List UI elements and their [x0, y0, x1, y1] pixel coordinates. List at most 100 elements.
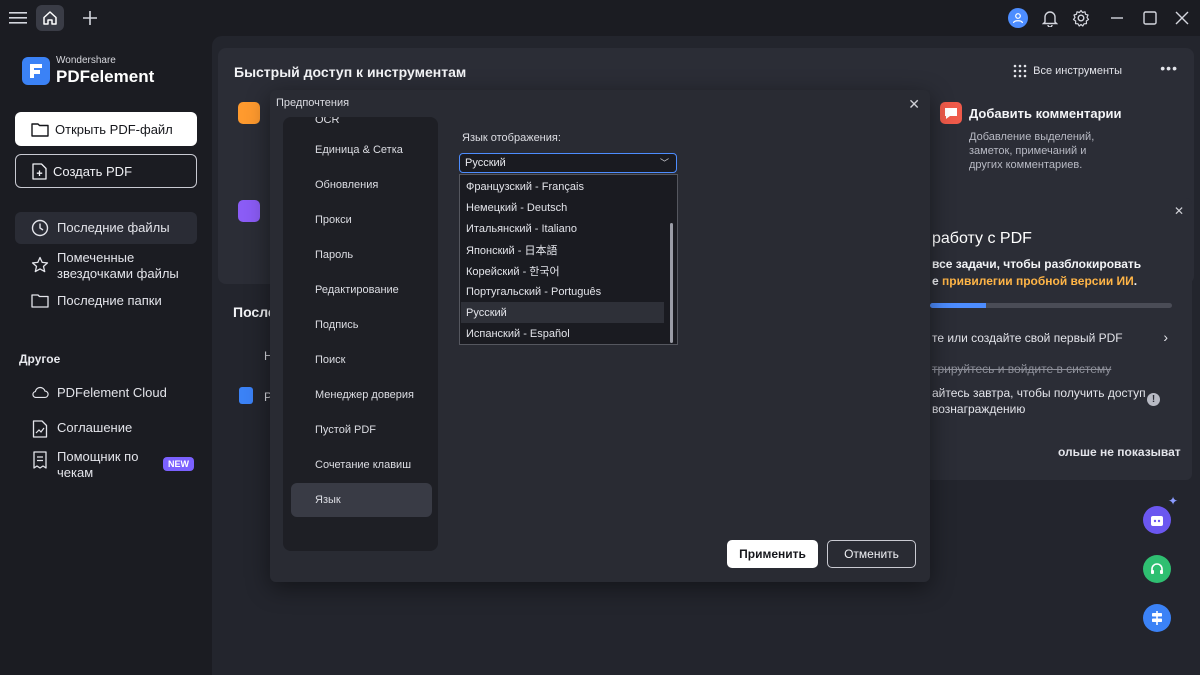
promo-text-suffix: . — [1133, 274, 1138, 288]
more-options-icon[interactable]: ••• — [1160, 60, 1178, 76]
pref-nav-signature[interactable]: Подпись — [291, 308, 432, 342]
apply-button[interactable]: Применить — [727, 540, 818, 568]
recent-folders-label: Последние папки — [57, 293, 162, 308]
info-icon[interactable]: ! — [1147, 393, 1160, 406]
cancel-button[interactable]: Отменить — [827, 540, 916, 568]
minimize-icon[interactable] — [1107, 8, 1127, 28]
receipts-label-2: чекам — [57, 465, 94, 480]
language-option-hovered[interactable]: Русский — [461, 302, 664, 323]
all-tools-button[interactable]: Все инструменты — [1013, 64, 1122, 78]
language-option[interactable]: Португальский - Português — [461, 281, 664, 302]
language-option[interactable]: Французский - Français — [461, 176, 664, 197]
language-option[interactable]: Японский - 日本語 — [461, 239, 664, 260]
sidebar-item-cloud[interactable]: PDFelement Cloud — [15, 385, 197, 401]
dialog-title: Предпочтения — [276, 97, 350, 109]
support-button[interactable] — [1143, 555, 1171, 583]
dropdown-scrollbar[interactable] — [670, 223, 673, 343]
language-option[interactable]: Корейский - 한국어 — [461, 260, 664, 281]
add-comments-title[interactable]: Добавить комментарии — [969, 106, 1122, 121]
title-bar — [0, 0, 1200, 36]
open-pdf-button[interactable]: Открыть PDF-файл — [15, 112, 197, 146]
chevron-down-icon: ﹀ — [659, 158, 669, 168]
settings-gear-icon[interactable] — [1071, 8, 1091, 28]
new-file-icon — [32, 162, 47, 180]
preferences-nav[interactable]: OCR Единица & Сетка Обновления Прокси Па… — [283, 117, 438, 551]
headset-icon — [1151, 563, 1163, 574]
ai-translate-tool-icon[interactable] — [238, 200, 260, 222]
language-option[interactable]: Испанский - Español — [461, 323, 664, 344]
robot-icon — [1151, 516, 1163, 526]
promo-text-main: все задачи, чтобы разблокировать — [932, 257, 1142, 271]
open-pdf-label: Открыть PDF-файл — [55, 121, 173, 137]
promo-title: работу с PDF — [932, 230, 1032, 247]
brand-logo: Wondershare PDFelement — [22, 56, 154, 85]
brand-sub: Wondershare — [56, 55, 116, 66]
signpost-icon — [1152, 611, 1162, 625]
language-option[interactable]: Итальянский - Italiano — [461, 218, 664, 239]
pdf-file-icon — [239, 387, 253, 404]
close-window-icon[interactable] — [1172, 8, 1192, 28]
promo-task-3-line-2: вознаграждению — [932, 402, 1026, 416]
quick-access-title: Быстрый доступ к инструментам — [234, 64, 467, 80]
promo-panel: ✕ работу с PDF все задачи, чтобы разблок… — [926, 198, 1192, 480]
pdfelement-logo-icon — [22, 56, 50, 85]
agreement-label: Соглашение — [57, 420, 133, 435]
home-tab[interactable] — [36, 5, 64, 31]
receipts-label-1: Помощник по — [57, 449, 139, 464]
edit-tool-icon[interactable] — [238, 102, 260, 124]
home-icon — [43, 11, 57, 25]
starred-label-2: звездочками файлы — [57, 266, 179, 281]
guide-button[interactable] — [1143, 604, 1171, 632]
sidebar-item-recent-folders[interactable]: Последние папки — [15, 293, 197, 309]
user-avatar-icon[interactable] — [1008, 8, 1028, 28]
pref-nav-blank-pdf[interactable]: Пустой PDF — [291, 413, 432, 447]
promo-task-2: трируйтесь и войдите в систему — [932, 362, 1112, 376]
language-select[interactable]: Русский ﹀ — [459, 153, 677, 173]
promo-text-prefix: е — [932, 274, 943, 288]
pref-nav-language[interactable]: Язык — [291, 483, 432, 517]
cloud-label: PDFelement Cloud — [57, 385, 167, 400]
folder-icon — [31, 122, 49, 137]
comment-tool-icon[interactable] — [940, 102, 962, 124]
promo-task-3[interactable]: айтесь завтра, чтобы получить доступ воз… — [932, 385, 1182, 417]
promo-task-3-line-1: айтесь завтра, чтобы получить доступ — [932, 386, 1146, 400]
promo-task-1[interactable]: те или создайте свой первый PDF › — [932, 329, 1182, 346]
star-icon — [31, 250, 49, 274]
menu-icon[interactable] — [8, 8, 28, 28]
clock-icon — [31, 219, 49, 237]
promo-text-highlight: привилегии пробной версии ИИ — [942, 274, 1134, 288]
dont-show-link[interactable]: ольше не показыват — [1058, 444, 1181, 460]
folder-icon — [31, 293, 49, 308]
pref-nav-proxy[interactable]: Прокси — [291, 203, 432, 237]
new-badge: NEW — [163, 457, 194, 471]
other-section-label: Другое — [19, 352, 61, 366]
pref-nav-editing[interactable]: Редактирование — [291, 273, 432, 307]
promo-close-icon[interactable]: ✕ — [1174, 204, 1184, 218]
add-comments-desc: Добавление выделений, заметок, примечани… — [969, 131, 1095, 171]
pref-nav-trust-manager[interactable]: Менеджер доверия — [291, 378, 432, 412]
language-dropdown-list[interactable]: Французский - Français Немецкий - Deutsc… — [459, 174, 678, 345]
pref-nav-search[interactable]: Поиск — [291, 343, 432, 377]
bell-icon[interactable] — [1040, 8, 1060, 28]
sidebar-item-starred[interactable]: Помеченные звездочками файлы — [15, 250, 197, 282]
maximize-icon[interactable] — [1140, 8, 1160, 28]
pref-nav-updates[interactable]: Обновления — [291, 168, 432, 202]
starred-label-1: Помеченные — [57, 250, 135, 265]
language-label: Язык отображения: — [462, 132, 561, 144]
sidebar-item-recent-files[interactable]: Последние файлы — [15, 212, 197, 244]
promo-progress-fill — [930, 303, 986, 308]
ai-assistant-button[interactable] — [1143, 506, 1171, 534]
pref-nav-units-grid[interactable]: Единица & Сетка — [291, 133, 432, 167]
language-option[interactable]: Немецкий - Deutsch — [461, 197, 664, 218]
create-pdf-label: Создать PDF — [53, 163, 133, 179]
new-tab-icon[interactable] — [80, 8, 100, 28]
create-pdf-button[interactable]: Создать PDF — [15, 154, 197, 188]
pref-nav-password[interactable]: Пароль — [291, 238, 432, 272]
promo-progress-bar — [930, 303, 1172, 308]
receipt-icon — [31, 449, 49, 469]
pref-nav-shortcuts[interactable]: Сочетание клавиш — [291, 448, 432, 482]
all-tools-label: Все инструменты — [1033, 65, 1122, 77]
sidebar-item-agreement[interactable]: Соглашение — [15, 420, 197, 438]
close-icon[interactable]: ✕ — [908, 96, 920, 113]
promo-task-1-label: те или создайте свой первый PDF — [932, 331, 1123, 345]
